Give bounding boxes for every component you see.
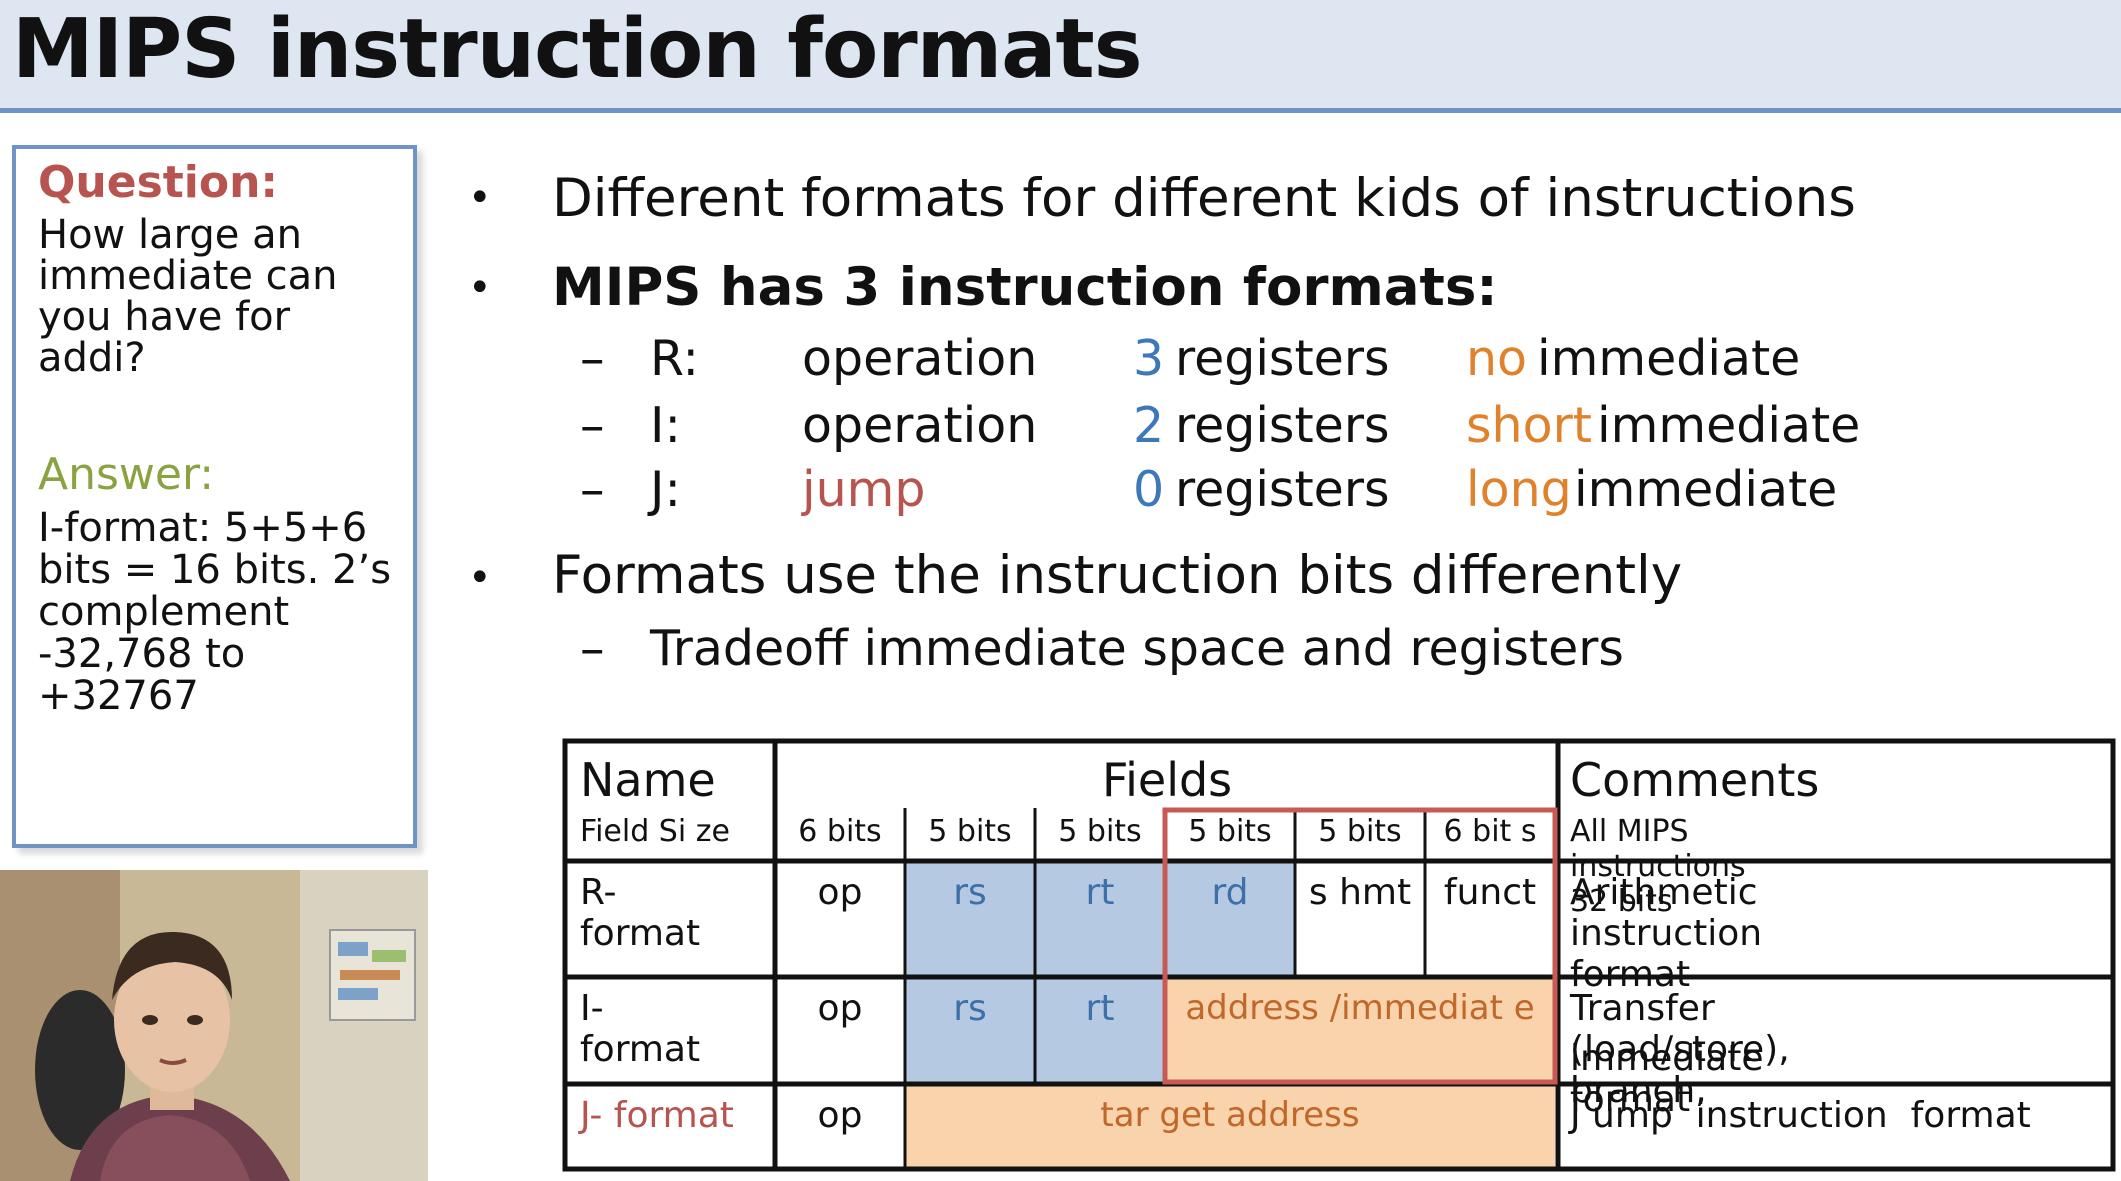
- format-operation: operation: [802, 397, 1038, 454]
- cell-op: op: [817, 872, 863, 913]
- register-count: 3: [1133, 330, 1165, 387]
- answer-heading: Answer:: [38, 449, 215, 500]
- format-operation: jump: [802, 461, 926, 518]
- cell-rs: rs: [953, 988, 987, 1029]
- field-size-label: Field Si ze: [580, 814, 730, 849]
- dash: –: [580, 620, 605, 677]
- cell-rs: rs: [953, 872, 987, 913]
- register-count: 2: [1133, 397, 1165, 454]
- immediate-word: immediate: [1574, 461, 1838, 518]
- format-name: I:: [650, 397, 681, 454]
- cell-funct: funct: [1443, 872, 1537, 913]
- size-rs: 5 bits: [928, 814, 1012, 849]
- bullet-different-formats: Different formats for different kids of …: [552, 168, 1856, 229]
- dash: –: [580, 330, 605, 387]
- sub-bullet-tradeoff: Tradeoff immediate space and registers: [650, 620, 1624, 677]
- row-name: J- format: [580, 1095, 734, 1136]
- register-count: 0: [1133, 461, 1165, 518]
- bullet-dot: •: [468, 265, 492, 311]
- header-name: Name: [580, 753, 716, 807]
- immediate-kind: no: [1466, 330, 1528, 387]
- format-name: J:: [650, 461, 681, 518]
- highlight-box: [1162, 807, 1558, 1085]
- immediate-word: immediate: [1537, 330, 1801, 387]
- row-name: R-format: [580, 872, 701, 954]
- cell-rt: rt: [1085, 988, 1115, 1029]
- row-comment: Arithmetic instruction format: [1570, 872, 1763, 995]
- size-shmt: 5 bits: [1318, 814, 1402, 849]
- immediate-word: immediate: [1597, 397, 1861, 454]
- bullet-dot: •: [468, 175, 492, 221]
- size-funct: 6 bit s: [1443, 814, 1537, 849]
- cell-address-immediate: address /immediat e: [1185, 988, 1535, 1028]
- registers-word: registers: [1175, 330, 1390, 387]
- answer-text: I-format: 5+5+6 bits = 16 bits. 2’s comp…: [38, 505, 392, 719]
- presenter-webcam-icon: [0, 870, 428, 1181]
- immediate-kind: short: [1466, 397, 1592, 454]
- size-rd: 5 bits: [1188, 814, 1272, 849]
- cell-op: op: [817, 1095, 863, 1136]
- cell-shmt: s hmt: [1308, 872, 1412, 913]
- bullet-three-formats: MIPS has 3 instruction formats:: [552, 257, 1498, 318]
- size-rt: 5 bits: [1058, 814, 1142, 849]
- row-name: I-format: [580, 988, 701, 1070]
- header-comments: Comments: [1570, 753, 1820, 807]
- title-bar: MIPS instruction formats: [0, 0, 2121, 113]
- header-fields: Fields: [1102, 753, 1233, 807]
- question-answer-box: Question: How large an immediate can you…: [12, 145, 417, 848]
- dash: –: [580, 461, 605, 518]
- slide-title: MIPS instruction formats: [12, 2, 1143, 97]
- question-text: How large an immediate can you have for …: [38, 212, 338, 381]
- registers-word: registers: [1175, 461, 1390, 518]
- question-heading: Question:: [38, 157, 279, 208]
- cell-target-address: tar get address: [1100, 1095, 1360, 1135]
- bullet-dot: •: [468, 555, 492, 601]
- cell-rt: rt: [1085, 872, 1115, 913]
- format-name: R:: [650, 330, 700, 387]
- presenter-video[interactable]: [0, 870, 428, 1181]
- registers-word: registers: [1175, 397, 1390, 454]
- size-op: 6 bits: [798, 814, 882, 849]
- format-operation: operation: [802, 330, 1038, 387]
- row-comment: J ump instruction format: [1570, 1095, 2031, 1136]
- dash: –: [580, 397, 605, 454]
- bullet-bits-differently: Formats use the instruction bits differe…: [552, 545, 1683, 606]
- immediate-kind: long: [1466, 461, 1572, 518]
- cell-rd: rd: [1211, 872, 1249, 913]
- cell-op: op: [817, 988, 863, 1029]
